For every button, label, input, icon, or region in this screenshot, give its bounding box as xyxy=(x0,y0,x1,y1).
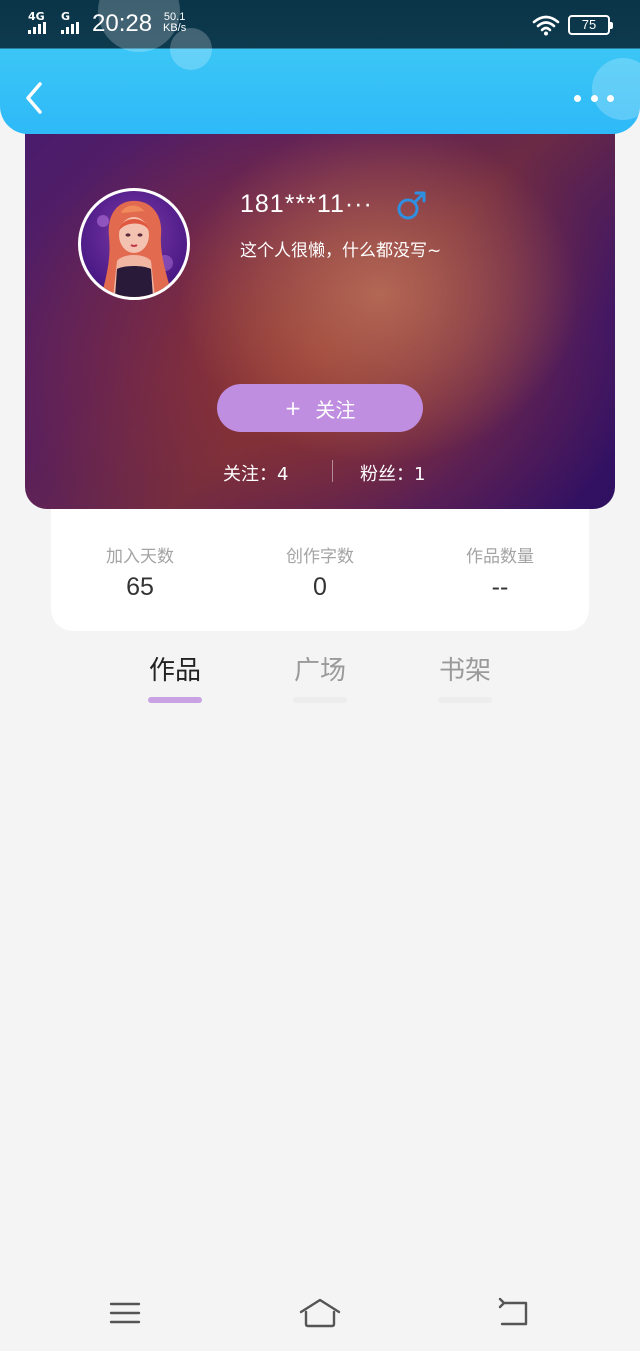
profile-card: 181***11··· 这个人很懒，什么都没写~ + 关注 关注：4 粉丝：1 xyxy=(25,110,615,509)
follow-button[interactable]: + 关注 xyxy=(217,384,423,432)
more-dot xyxy=(590,94,598,102)
tab-label: 作品 xyxy=(148,656,201,686)
stat-value: -- xyxy=(491,573,509,601)
more-dot xyxy=(574,94,581,102)
network-speed-unit: KB/s xyxy=(163,22,187,34)
tab-indicator xyxy=(148,697,202,703)
wifi-icon xyxy=(532,15,560,36)
back-system-button[interactable] xyxy=(496,1296,532,1334)
signal-strength-icon xyxy=(28,22,46,34)
stat-value: 65 xyxy=(126,573,154,601)
stat-label: 创作字数 xyxy=(286,547,354,567)
male-symbol-icon xyxy=(397,191,426,220)
avatar-portrait-icon xyxy=(97,200,173,297)
user-bio: 这个人很懒，什么都没写~ xyxy=(240,241,442,261)
stat-value: 0 xyxy=(313,573,327,601)
home-icon xyxy=(299,1298,341,1328)
fans-count[interactable]: 粉丝：1 xyxy=(360,460,425,486)
battery-indicator: 75 xyxy=(568,15,613,35)
back-arrow-icon xyxy=(498,1297,528,1326)
more-options-button[interactable] xyxy=(574,88,614,108)
clock-time: 20:28 xyxy=(92,10,153,37)
recent-apps-button[interactable] xyxy=(108,1296,142,1334)
network-speed: 50.1 KB/s xyxy=(163,12,186,34)
status-bar: 4G G 20:28 50.1 KB/s 75 xyxy=(0,0,640,48)
menu-icon xyxy=(109,1302,141,1324)
stat-label: 加入天数 xyxy=(106,547,174,567)
counts-divider xyxy=(332,460,333,482)
tab-indicator xyxy=(293,697,347,703)
avatar[interactable] xyxy=(78,188,190,300)
following-count[interactable]: 关注：4 xyxy=(223,460,288,486)
system-navigation-bar xyxy=(0,1280,640,1351)
tab-square[interactable]: 广场 xyxy=(275,650,365,703)
tab-indicator xyxy=(438,697,492,703)
username: 181***11··· xyxy=(240,190,373,218)
content-tabs: 作品 广场 书架 xyxy=(0,650,640,710)
follow-button-label: 关注 xyxy=(315,397,356,422)
home-button[interactable] xyxy=(298,1296,342,1334)
tab-bookshelf[interactable]: 书架 xyxy=(420,650,510,703)
chevron-left-icon xyxy=(26,82,42,114)
stat-join-days: 加入天数 65 xyxy=(70,542,210,602)
tab-works[interactable]: 作品 xyxy=(130,650,220,703)
stat-word-count: 创作字数 0 xyxy=(250,542,390,602)
stats-card: 加入天数 65 创作字数 0 作品数量 -- xyxy=(51,496,589,631)
more-dot xyxy=(607,94,614,102)
app-header: 4G G 20:28 50.1 KB/s 75 xyxy=(0,0,640,134)
signal-strength-icon xyxy=(61,22,79,34)
stat-label: 作品数量 xyxy=(466,547,534,567)
stat-works-count: 作品数量 -- xyxy=(430,542,570,602)
plus-icon: + xyxy=(284,396,302,420)
tab-label: 书架 xyxy=(438,656,491,686)
back-button[interactable] xyxy=(20,80,50,116)
tab-label: 广场 xyxy=(293,656,346,686)
